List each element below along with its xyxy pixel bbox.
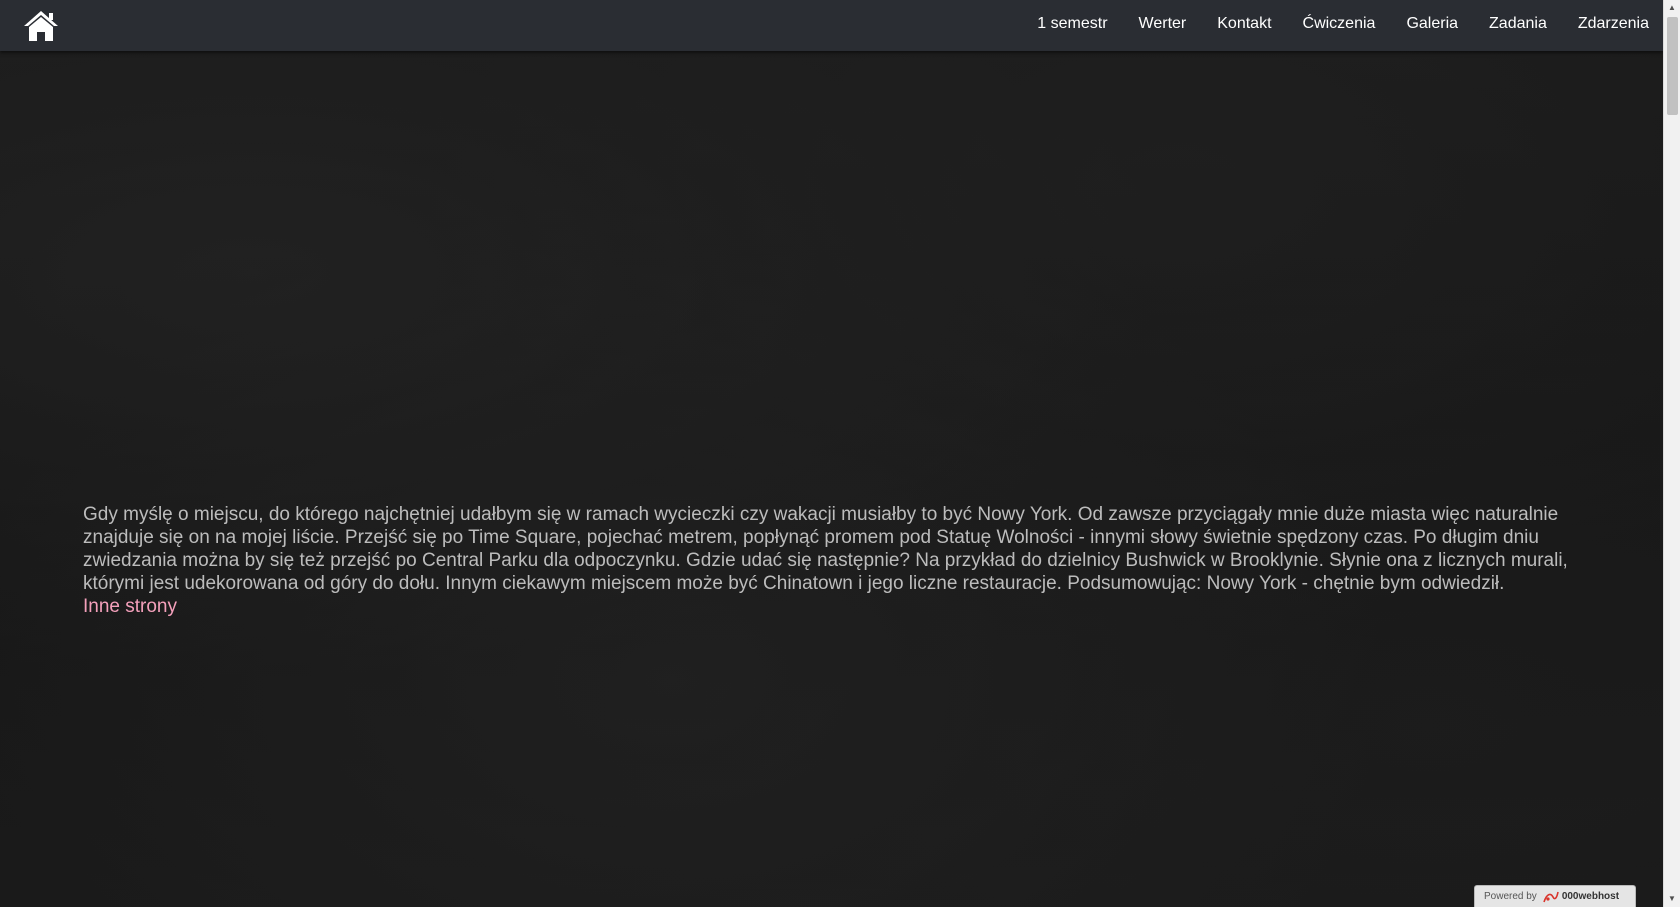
home-icon [24, 11, 58, 41]
main-content: Gdy myślę o miejscu, do którego najchętn… [83, 503, 1583, 618]
page: 1 semestr Werter Kontakt Ćwiczenia Galer… [0, 0, 1680, 907]
vertical-scrollbar[interactable]: ▲ ▼ [1663, 0, 1680, 907]
scroll-thumb[interactable] [1667, 17, 1678, 115]
nav-item-zdarzenia[interactable]: Zdarzenia [1578, 15, 1649, 33]
powered-by-badge[interactable]: Powered by 000webhost [1474, 885, 1636, 907]
nav-item-zadania[interactable]: Zadania [1489, 15, 1547, 33]
home-link[interactable] [22, 9, 60, 43]
powered-by-text: Powered by [1484, 891, 1537, 902]
scroll-down-arrow-icon[interactable]: ▼ [1664, 891, 1680, 907]
powered-by-brand: 000webhost [1561, 891, 1620, 902]
nav-item-cwiczenia[interactable]: Ćwiczenia [1303, 15, 1376, 33]
top-navbar: 1 semestr Werter Kontakt Ćwiczenia Galer… [0, 0, 1663, 51]
nav-item-galeria[interactable]: Galeria [1406, 15, 1458, 33]
nav-item-werter[interactable]: Werter [1139, 15, 1187, 33]
nav-item-kontakt[interactable]: Kontakt [1217, 15, 1271, 33]
other-pages-link[interactable]: Inne strony [83, 595, 177, 618]
webhost-logo-icon [1543, 891, 1559, 902]
article-paragraph: Gdy myślę o miejscu, do którego najchętn… [83, 504, 1568, 594]
nav-item-1-semestr[interactable]: 1 semestr [1037, 15, 1107, 33]
nav-menu: 1 semestr Werter Kontakt Ćwiczenia Galer… [1006, 0, 1649, 48]
scroll-up-arrow-icon[interactable]: ▲ [1664, 0, 1680, 16]
